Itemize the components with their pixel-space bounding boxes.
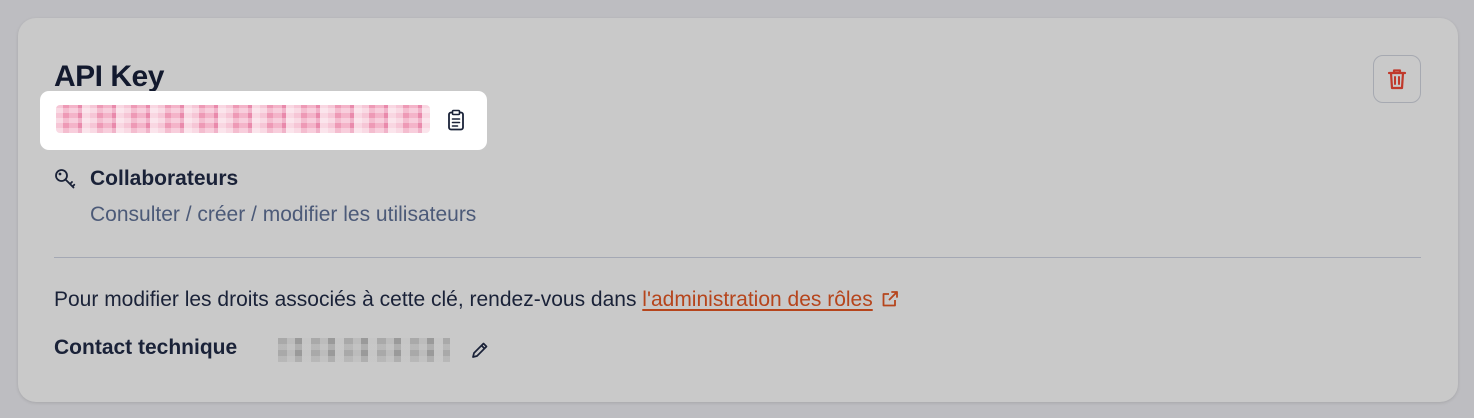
external-link-icon[interactable] (881, 290, 899, 308)
key-icon (55, 169, 76, 189)
contact-label: Contact technique (54, 336, 238, 359)
roles-admin-link[interactable]: l'administration des rôles (642, 288, 872, 311)
divider (54, 257, 1421, 258)
api-key-box: •••••••••••••••••••••••••••••••• (40, 91, 487, 150)
delete-button[interactable] (1373, 55, 1421, 103)
permission-name: Collaborateurs (90, 167, 239, 190)
roles-info-text: Pour modifier les droits associés à cett… (54, 288, 643, 311)
roles-info: Pour modifier les droits associés à cett… (54, 288, 899, 312)
pencil-icon (472, 342, 488, 358)
copy-button[interactable] (443, 107, 469, 133)
trash-icon (1387, 69, 1407, 90)
contact-value: •••••••••••• (278, 338, 450, 362)
api-key-value[interactable]: •••••••••••••••••••••••••••••••• (56, 105, 430, 133)
card-title: API Key (54, 60, 164, 93)
permission-description: Consulter / créer / modifier les utilisa… (90, 203, 477, 226)
clipboard-icon (448, 109, 464, 131)
edit-contact-button[interactable] (468, 338, 492, 362)
api-key-card: API Key ••••••••••••••••••••••••••••••••… (18, 18, 1458, 402)
